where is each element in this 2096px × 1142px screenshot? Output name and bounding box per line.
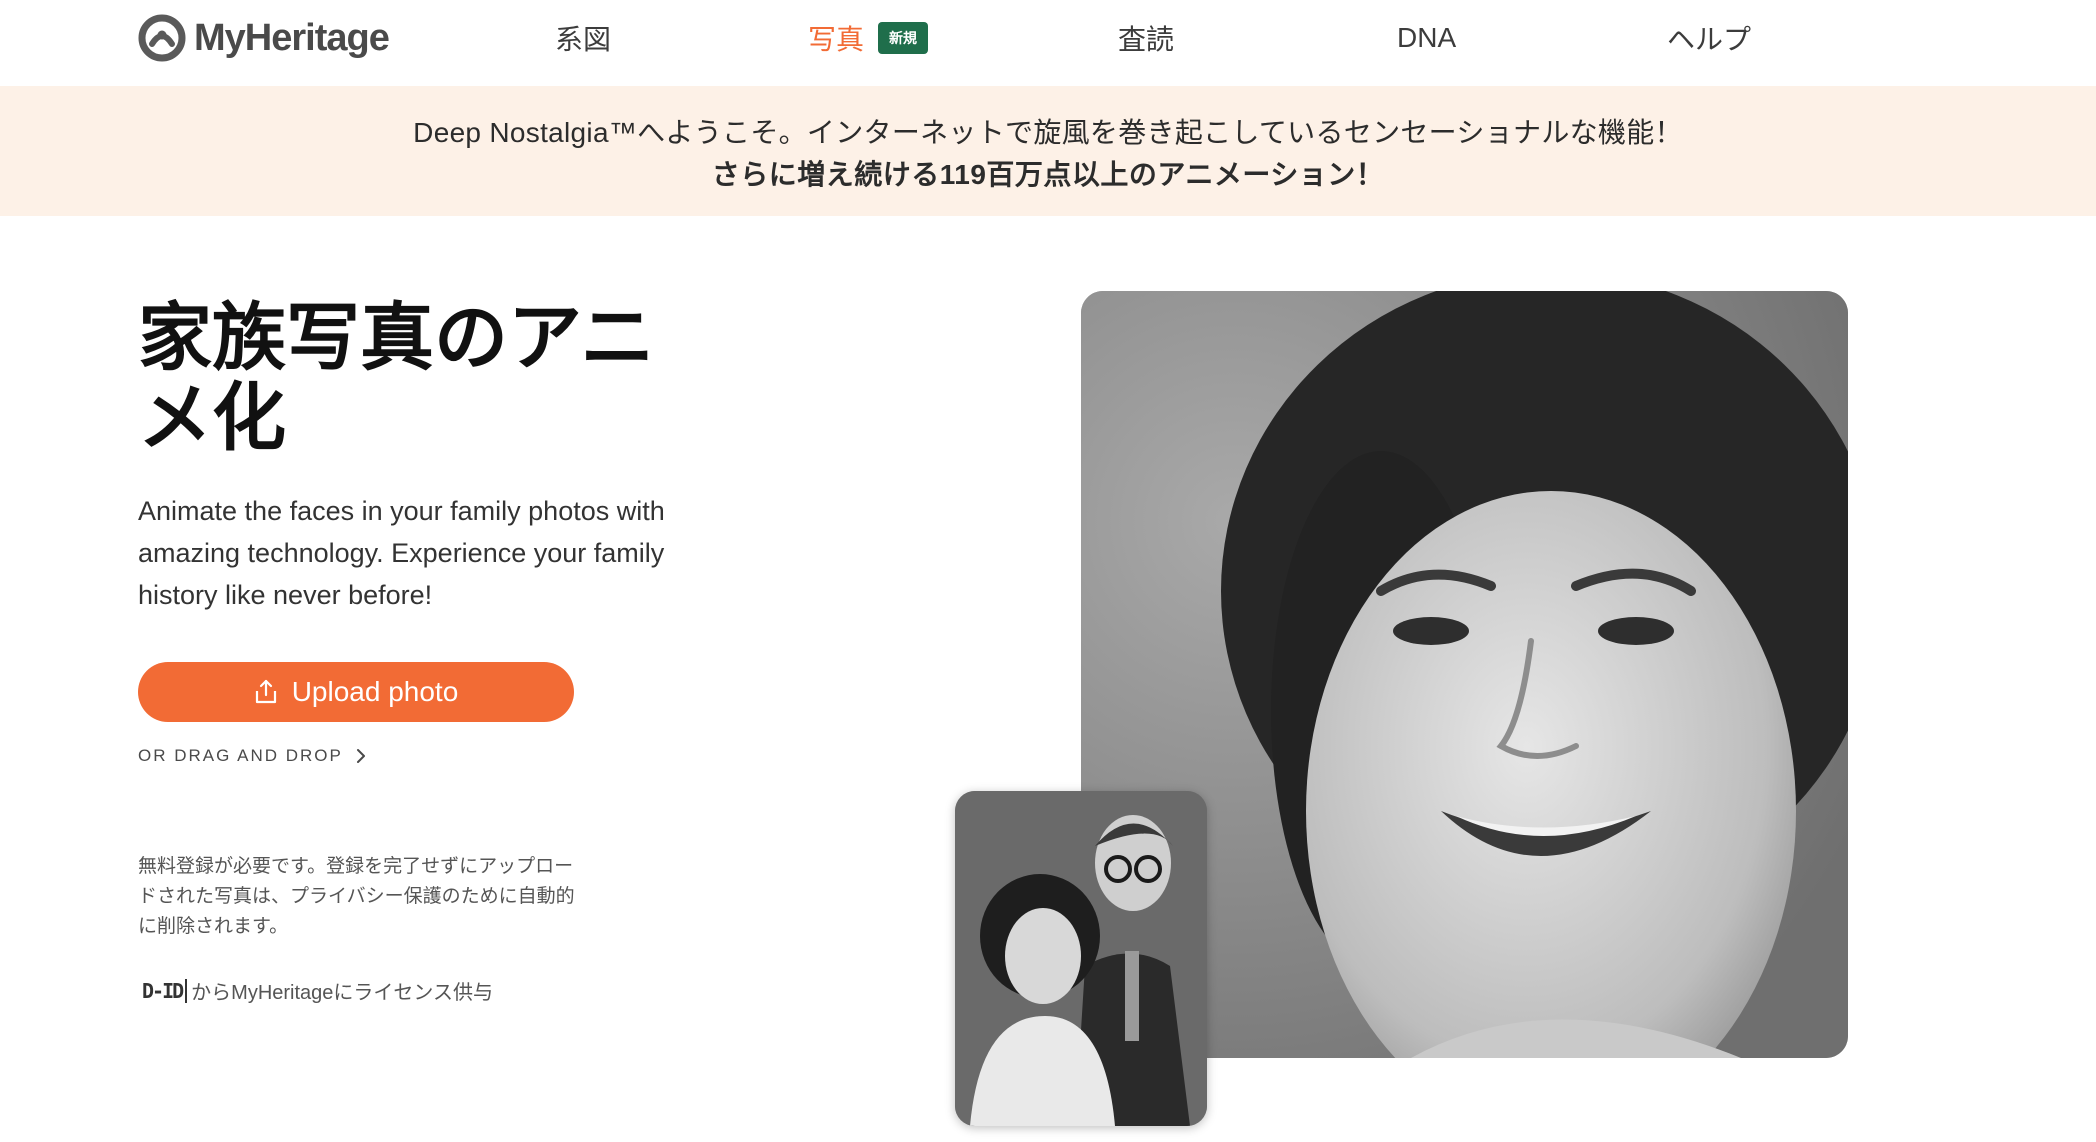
- nav-label: DNA: [1397, 22, 1457, 53]
- myheritage-logo[interactable]: MyHeritage: [138, 14, 390, 62]
- nav-photos[interactable]: 写真 新規: [808, 18, 929, 58]
- new-badge: 新規: [878, 22, 929, 54]
- banner-count-text: さらに増え続ける119百万点以上のアニメーション！: [711, 159, 1385, 190]
- nav-label: ヘルプ: [1667, 24, 1752, 55]
- myheritage-logo-icon: [138, 14, 186, 62]
- promo-banner: Deep Nostalgia™へようこそ。インターネットで旋風を巻き起こしている…: [0, 86, 2096, 216]
- nav-discoveries[interactable]: 査読: [1118, 18, 1174, 58]
- drag-drop-label: OR DRAG AND DROP: [138, 746, 343, 765]
- page-title: 家族写真のアニメ化: [138, 296, 655, 459]
- upload-icon: [255, 679, 276, 704]
- hero-description: Animate the faces in your family photos …: [138, 496, 665, 610]
- top-navigation-bar: MyHeritage 系図 写真 新規 査読 DNA ヘルプ: [0, 0, 2096, 86]
- upload-photo-button[interactable]: Upload photo: [138, 662, 574, 722]
- nav-help[interactable]: ヘルプ: [1667, 18, 1751, 58]
- banner-welcome-text: Deep Nostalgia™へようこそ。インターネットで旋風を巻き起こしている…: [413, 117, 1683, 148]
- d-id-logo: D-ID: [142, 978, 188, 1003]
- nav-label: 査読: [1118, 24, 1175, 55]
- nav-family-tree[interactable]: 系図: [555, 18, 611, 58]
- privacy-disclaimer: 無料登録が必要です。登録を完了せずにアップロードされた写真は、プライバシー保護の…: [138, 856, 575, 937]
- upload-button-label: Upload photo: [291, 676, 459, 707]
- drag-and-drop-link[interactable]: OR DRAG AND DROP: [138, 746, 367, 766]
- nav-label: 写真: [808, 24, 865, 55]
- nav-dna[interactable]: DNA: [1397, 18, 1456, 58]
- chevron-right-icon: [356, 749, 365, 763]
- license-credit: D-ID からMyHeritageにライセンス供与: [142, 976, 493, 1005]
- nav-label: 系図: [555, 24, 612, 55]
- original-photo-thumbnail: [955, 791, 1207, 1126]
- license-text: からMyHeritageにライセンス供与: [191, 982, 494, 1004]
- logo-text: MyHeritage: [194, 16, 390, 59]
